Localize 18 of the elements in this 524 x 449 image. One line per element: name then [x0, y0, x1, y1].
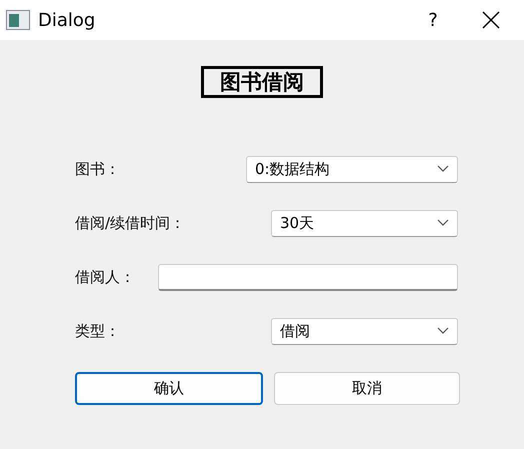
close-icon[interactable] — [482, 11, 500, 29]
field-label: 借阅人： — [75, 268, 136, 286]
chevron-icon — [437, 327, 449, 335]
confirm-button[interactable]: 确认 — [75, 372, 263, 405]
field-label: 图书： — [75, 160, 121, 178]
help-button[interactable]: ? — [418, 10, 448, 30]
dropdown[interactable]: 30天 — [271, 210, 458, 236]
heading: 图书借阅 — [201, 66, 323, 98]
input-field[interactable] — [158, 264, 458, 290]
chevron-icon — [437, 165, 449, 173]
field-label: 借阅/续借时间： — [75, 214, 186, 232]
app-icon — [6, 10, 30, 30]
chevron-icon — [437, 219, 449, 227]
field-label: 类型： — [75, 322, 121, 340]
window-title: Dialog — [38, 10, 96, 30]
cancel-button[interactable]: 取消 — [274, 372, 460, 405]
dropdown[interactable]: 0:数据结构 — [246, 156, 458, 182]
dropdown[interactable]: 借阅 — [271, 318, 458, 344]
